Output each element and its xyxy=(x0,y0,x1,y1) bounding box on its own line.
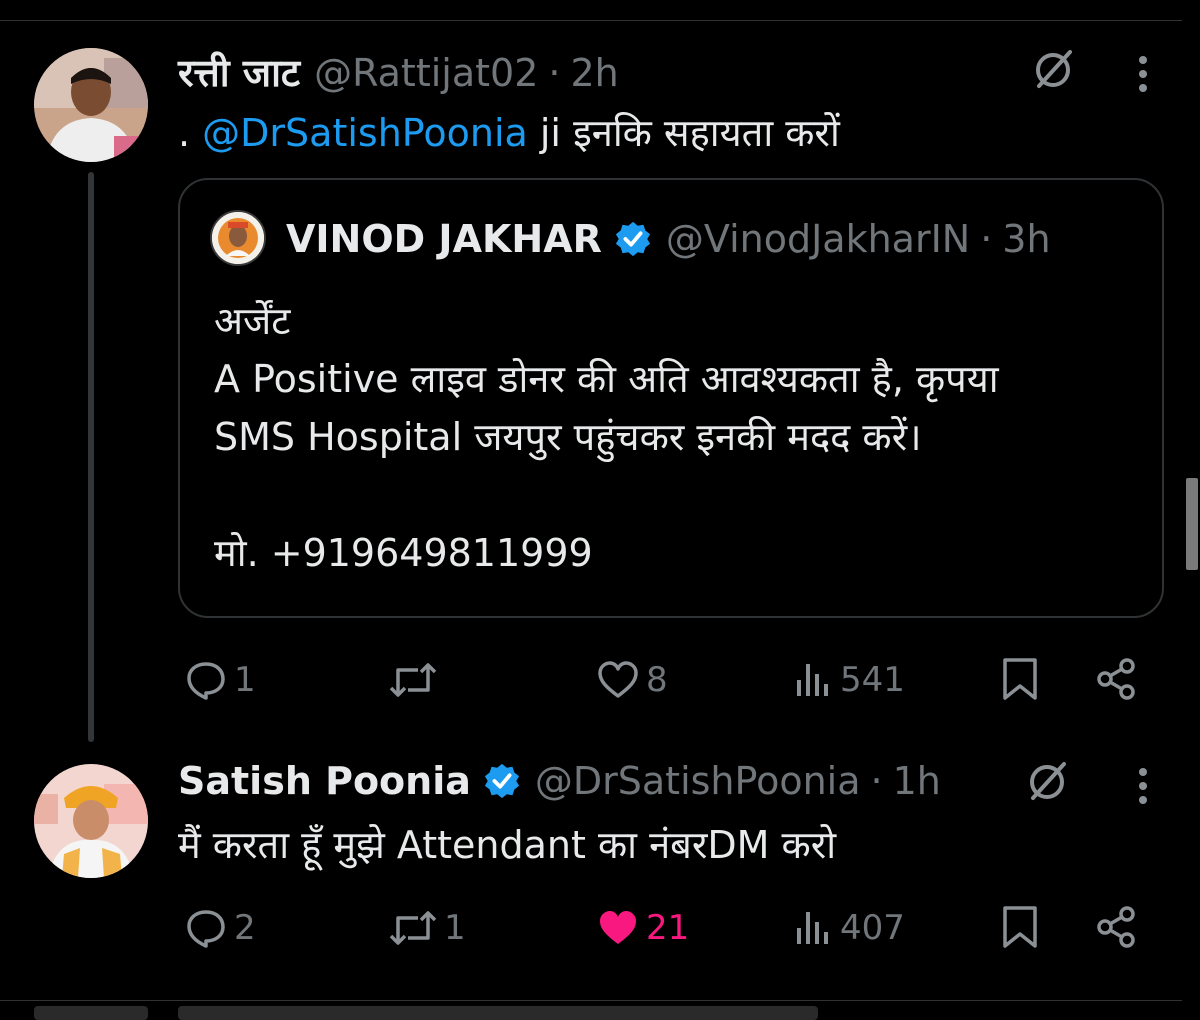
tweet-text: . @DrSatishPoonia ji इनकि सहायता करों xyxy=(178,110,840,156)
avatar[interactable] xyxy=(34,48,148,162)
quoted-tweet-text: अर्जेंट A Positive लाइव डोनर की अति आवश्… xyxy=(214,292,999,582)
bookmark-icon xyxy=(1003,906,1037,948)
heart-filled-icon xyxy=(600,911,636,944)
reply-button[interactable]: 2 xyxy=(184,906,256,950)
tweet-text-suffix: ji इनकि सहायता करों xyxy=(527,111,840,155)
reply-icon xyxy=(187,662,225,700)
tweet-text-prefix: . xyxy=(178,111,203,155)
next-avatar-partial xyxy=(34,1006,148,1020)
timestamp[interactable]: 2h xyxy=(570,50,618,96)
dot-separator: · xyxy=(548,51,561,95)
like-count: 8 xyxy=(646,660,668,700)
more-options-icon[interactable] xyxy=(1126,52,1160,96)
repost-count: 1 xyxy=(444,908,466,948)
quoted-tweet[interactable]: VINOD JAKHAR @VinodJakharIN · 3h अर्जेंट… xyxy=(178,178,1164,618)
repost-button[interactable]: 1 xyxy=(388,906,466,950)
tweet-header: रत्ती जाट @Rattijat02 · 2h xyxy=(178,50,619,96)
repost-icon xyxy=(389,911,437,945)
reply-icon xyxy=(187,910,225,948)
more-options-icon[interactable] xyxy=(1126,764,1160,808)
dot-separator: · xyxy=(980,217,993,261)
reply-count: 1 xyxy=(234,660,256,700)
share-icon xyxy=(1097,658,1135,700)
thread-connector-line xyxy=(88,172,94,742)
avatar[interactable] xyxy=(34,764,148,878)
grok-icon[interactable] xyxy=(1030,46,1076,92)
author-name[interactable]: Satish Poonia xyxy=(178,758,471,804)
share-button[interactable] xyxy=(1094,656,1138,702)
like-count: 21 xyxy=(646,908,690,948)
quoted-author-name[interactable]: VINOD JAKHAR xyxy=(286,216,602,262)
quoted-line: अर्जेंट xyxy=(214,299,291,343)
quoted-tweet-header: VINOD JAKHAR @VinodJakharIN · 3h xyxy=(286,216,1051,262)
reply-count: 2 xyxy=(234,908,256,948)
view-count: 407 xyxy=(840,908,905,948)
author-handle[interactable]: @Rattijat02 xyxy=(314,50,538,96)
mention-link[interactable]: @DrSatishPoonia xyxy=(202,111,528,155)
quoted-line: SMS Hospital जयपुर पहुंचकर इनकी मदद करें… xyxy=(214,415,922,459)
quoted-author-handle[interactable]: @VinodJakharIN xyxy=(666,216,970,262)
next-tweet-partial xyxy=(178,1006,818,1020)
author-name[interactable]: रत्ती जाट xyxy=(178,50,300,96)
top-divider xyxy=(0,20,1182,21)
view-count: 541 xyxy=(840,660,905,700)
tweet-text: मैं करता हूँ मुझे Attendant का नंबरDM कर… xyxy=(178,823,837,867)
quoted-line: मो. +919649811999 xyxy=(214,531,593,575)
tweet-header: Satish Poonia @DrSatishPoonia · 1h xyxy=(178,758,941,804)
quoted-timestamp[interactable]: 3h xyxy=(1002,216,1050,262)
quoted-line: A Positive लाइव डोनर की अति आवश्यकता है,… xyxy=(214,357,999,401)
analytics-icon xyxy=(797,912,828,944)
bookmark-button[interactable] xyxy=(1000,904,1040,950)
like-button[interactable]: 8 xyxy=(596,658,668,702)
quoted-line xyxy=(214,466,999,524)
repost-button[interactable] xyxy=(388,658,444,702)
bottom-divider xyxy=(0,1000,1182,1001)
bookmark-button[interactable] xyxy=(1000,656,1040,702)
views-button[interactable]: 541 xyxy=(794,658,905,702)
like-button[interactable]: 21 xyxy=(596,906,689,950)
grok-icon[interactable] xyxy=(1024,758,1070,804)
scrollbar-thumb[interactable] xyxy=(1186,478,1198,570)
author-handle[interactable]: @DrSatishPoonia xyxy=(535,758,861,804)
dot-separator: · xyxy=(870,759,883,803)
verified-badge-icon xyxy=(484,763,519,799)
verified-badge-icon xyxy=(615,221,651,257)
timestamp[interactable]: 1h xyxy=(893,758,941,804)
repost-icon xyxy=(389,663,437,697)
bookmark-icon xyxy=(1003,658,1037,700)
analytics-icon xyxy=(797,664,828,696)
quoted-avatar xyxy=(210,210,266,266)
share-button[interactable] xyxy=(1094,904,1138,950)
reply-button[interactable]: 1 xyxy=(184,658,256,702)
views-button[interactable]: 407 xyxy=(794,906,905,950)
share-icon xyxy=(1097,906,1135,948)
heart-icon xyxy=(598,661,638,698)
